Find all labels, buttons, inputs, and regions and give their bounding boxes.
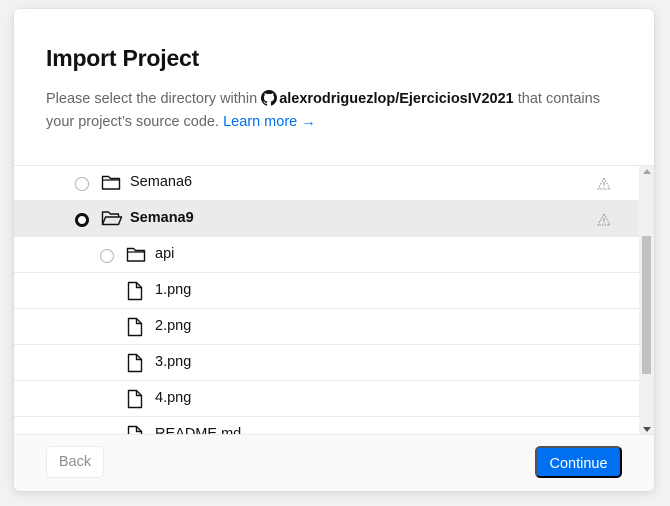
tree-scrollbar[interactable] [639, 166, 654, 434]
folder-icon [126, 247, 146, 262]
learn-more-link[interactable]: Learn more → [223, 114, 316, 130]
radio-semana6[interactable] [75, 177, 89, 191]
tree-item-label: 3.png [155, 354, 192, 370]
tree-row-semana6[interactable]: Semana6 [14, 166, 639, 201]
description-prefix: Please select the directory within [46, 91, 258, 107]
tree-row-file: README.md [14, 417, 639, 435]
tree-row-file: 4.png [14, 381, 639, 417]
directory-tree[interactable]: Semana6 Semana9 api 1.png 2.png 3.png 4.… [14, 165, 654, 435]
tree-item-label: Semana6 [130, 174, 193, 190]
radio-semana9[interactable] [75, 213, 89, 227]
warning-icon [597, 177, 611, 190]
tree-row-semana9[interactable]: Semana9 [14, 201, 639, 237]
dialog-header: Import Project Please select the directo… [14, 9, 654, 165]
file-icon [127, 353, 143, 373]
back-button[interactable]: Back [46, 446, 104, 478]
tree-row-file: 3.png [14, 345, 639, 381]
scroll-down-arrow-icon[interactable] [643, 427, 651, 432]
tree-row-api[interactable]: api [14, 237, 639, 273]
tree-item-label: api [155, 246, 175, 262]
dialog-footer: Back Continue [14, 435, 654, 491]
folder-open-icon [101, 211, 123, 226]
repo-reference: alexrodriguezlop/EjerciciosIV2021 [261, 90, 514, 107]
scroll-up-arrow-icon[interactable] [643, 169, 651, 174]
tree-item-label: README.md [155, 426, 242, 435]
github-icon [261, 90, 278, 106]
dialog-title: Import Project [46, 45, 200, 71]
tree-item-label: 2.png [155, 318, 192, 334]
import-project-dialog: Import Project Please select the directo… [14, 9, 654, 491]
dialog-description: Please select the directory within alexr… [46, 88, 626, 134]
radio-api[interactable] [100, 249, 114, 263]
file-icon [127, 425, 143, 434]
warning-icon [597, 213, 611, 226]
repo-name: alexrodriguezlop/EjerciciosIV2021 [279, 91, 514, 107]
scrollbar-thumb[interactable] [642, 236, 651, 374]
tree-item-label: Semana9 [130, 210, 194, 226]
continue-button[interactable]: Continue [535, 446, 622, 478]
tree-row-file: 1.png [14, 273, 639, 309]
tree-item-label: 1.png [155, 282, 192, 298]
file-icon [127, 317, 143, 337]
file-icon [127, 281, 143, 301]
file-icon [127, 389, 143, 409]
folder-icon [101, 175, 121, 190]
tree-row-file: 2.png [14, 309, 639, 345]
tree-item-label: 4.png [155, 390, 192, 406]
